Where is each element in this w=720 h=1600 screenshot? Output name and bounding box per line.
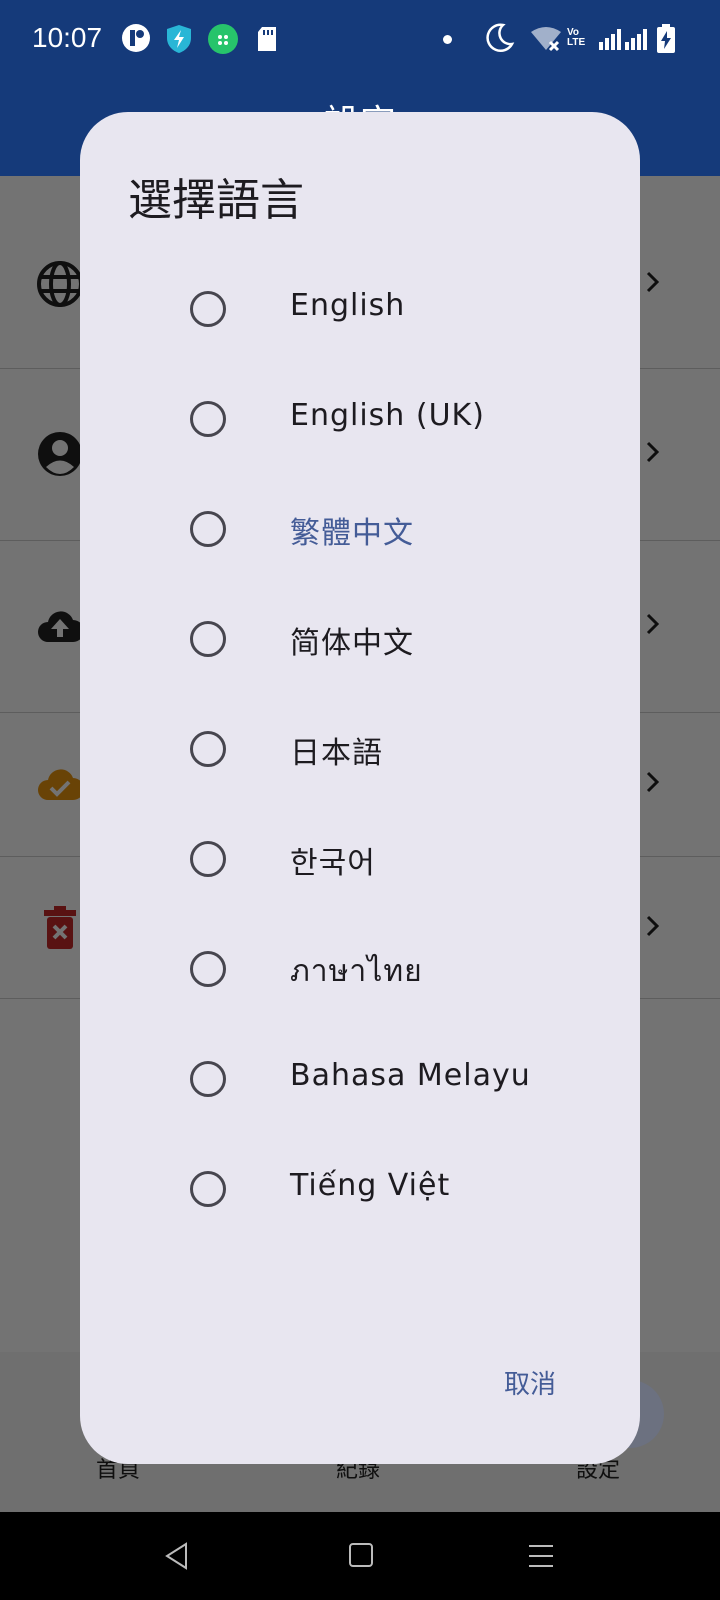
- language-option-label: 日本語: [290, 736, 383, 771]
- back-icon[interactable]: [164, 1542, 190, 1570]
- app-k-icon: [122, 24, 150, 52]
- wifi-off-icon: [531, 27, 561, 52]
- radio-button[interactable]: [190, 1061, 226, 1097]
- radio-button[interactable]: [190, 511, 226, 547]
- language-option-label: Bahasa Melayu: [290, 1058, 531, 1093]
- radio-button[interactable]: [190, 841, 226, 877]
- shield-bolt-icon: [167, 25, 191, 53]
- language-option-thai[interactable]: ภาษาไทย: [80, 914, 640, 1024]
- language-option-korean[interactable]: 한국어: [80, 804, 640, 914]
- status-bar: 10:07 Vo LTE: [0, 0, 720, 84]
- radio-button[interactable]: [190, 621, 226, 657]
- language-option-label: ภาษาไทย: [290, 954, 423, 989]
- dialog-title: 選擇語言: [128, 175, 304, 226]
- radio-button[interactable]: [190, 951, 226, 987]
- signal-icon: [625, 29, 647, 50]
- language-option-label: English: [290, 288, 406, 323]
- system-nav-bar: [0, 1512, 720, 1600]
- cancel-button[interactable]: 取消: [504, 1364, 556, 1401]
- language-option-label: 繁體中文: [290, 516, 414, 551]
- status-time: 10:07: [32, 22, 103, 53]
- language-option-label: Tiếng Việt: [290, 1168, 451, 1203]
- recents-menu-icon[interactable]: [528, 1544, 554, 1568]
- radio-button[interactable]: [190, 401, 226, 437]
- language-option-japanese[interactable]: 日本語: [80, 694, 640, 804]
- battery-charging-icon: [657, 24, 675, 53]
- radio-button[interactable]: [190, 731, 226, 767]
- language-option-simplified-chinese[interactable]: 简体中文: [80, 584, 640, 694]
- language-option-vietnamese[interactable]: Tiếng Việt: [80, 1134, 640, 1244]
- moon-icon: [486, 23, 515, 53]
- language-option-label: English (UK): [290, 398, 485, 433]
- radio-button[interactable]: [190, 291, 226, 327]
- language-option-label: 简体中文: [290, 626, 414, 661]
- dot-icon: [443, 35, 452, 44]
- sd-card-icon: [258, 27, 276, 51]
- language-option-english[interactable]: English: [80, 254, 640, 364]
- language-option-label: 한국어: [290, 846, 376, 881]
- signal-icon: [599, 29, 621, 50]
- language-option-malay[interactable]: Bahasa Melayu: [80, 1024, 640, 1134]
- android-icon: [208, 24, 238, 54]
- home-icon[interactable]: [348, 1542, 374, 1568]
- language-dialog: 選擇語言 English English (UK) 繁體中文 简体中文 日本語 …: [80, 112, 640, 1464]
- language-option-english-uk[interactable]: English (UK): [80, 364, 640, 474]
- language-option-traditional-chinese[interactable]: 繁體中文: [80, 474, 640, 584]
- volte-icon: Vo LTE: [567, 27, 586, 48]
- radio-button[interactable]: [190, 1171, 226, 1207]
